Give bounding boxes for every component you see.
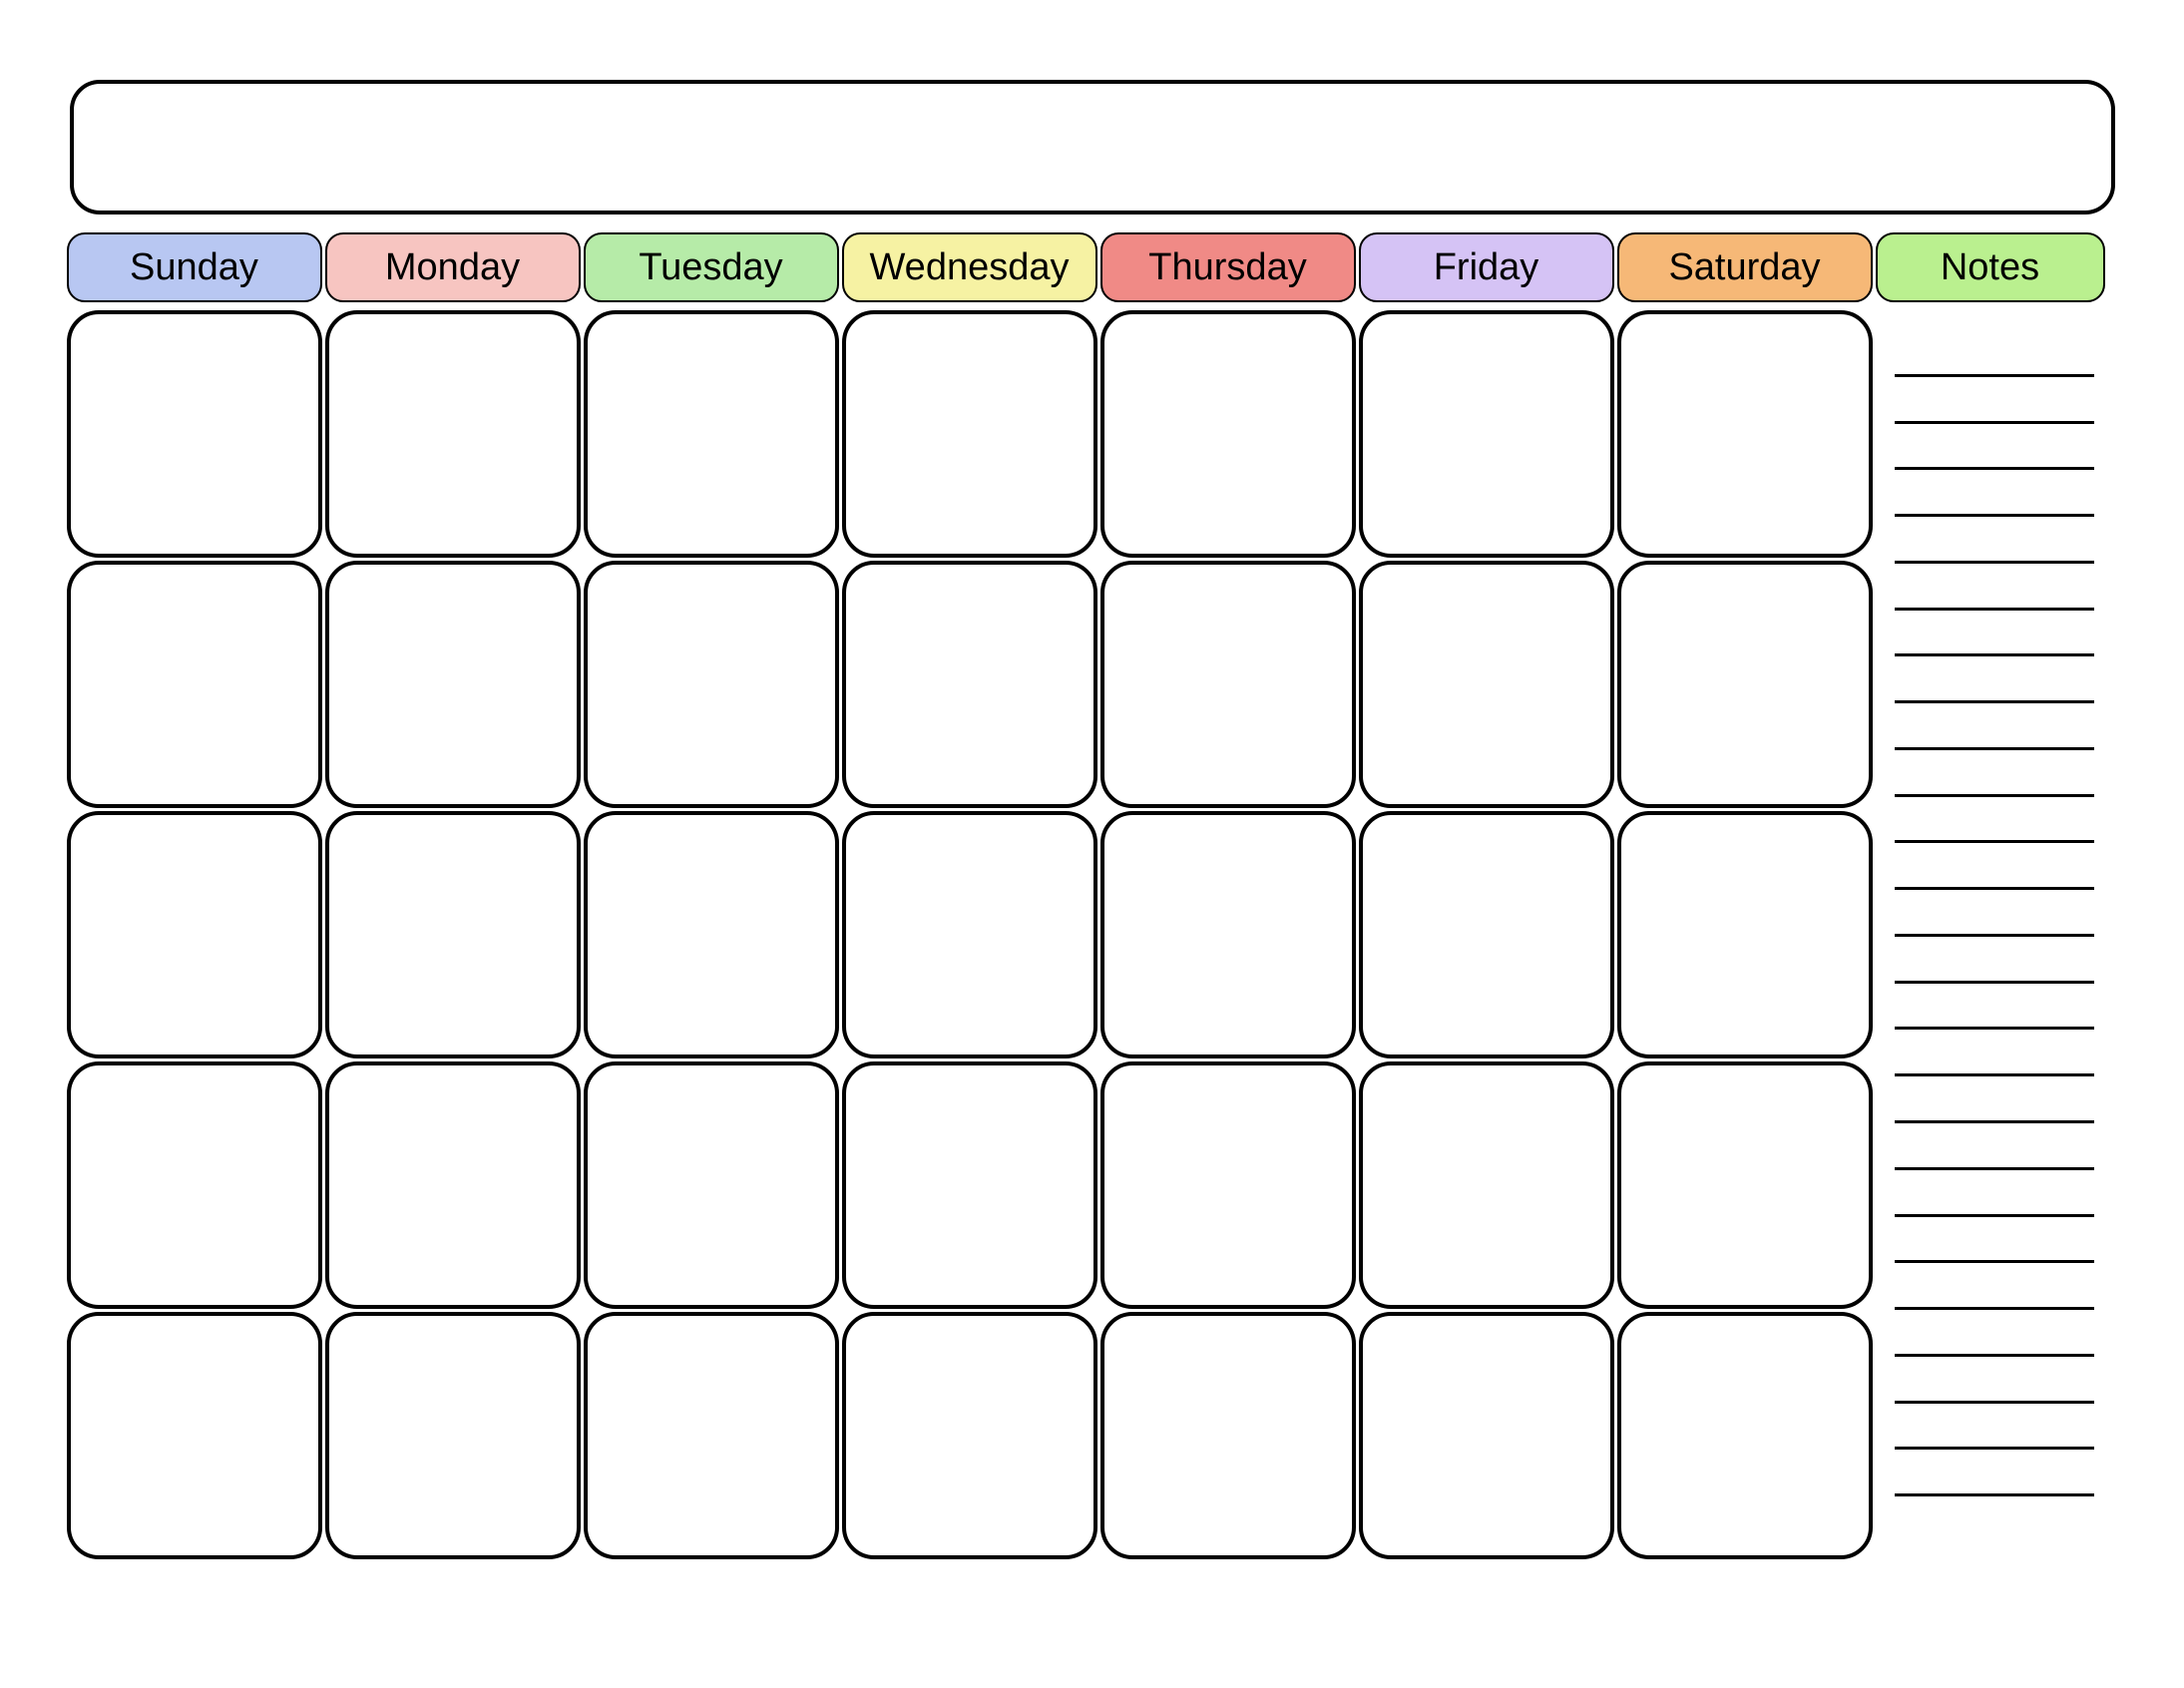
day-cell[interactable]: [1359, 1061, 1614, 1309]
day-cell[interactable]: [1100, 561, 1356, 808]
note-line: [1895, 514, 2094, 517]
day-cell[interactable]: [584, 1061, 839, 1309]
day-cell[interactable]: [1617, 1061, 1873, 1309]
day-cell[interactable]: [1617, 811, 1873, 1058]
header-wednesday: Wednesday: [842, 232, 1097, 302]
week-row: [67, 561, 1876, 808]
day-cell[interactable]: [1617, 310, 1873, 558]
weeks-grid: [67, 310, 1876, 1560]
note-line: [1895, 1167, 2094, 1170]
day-cell[interactable]: [325, 811, 581, 1058]
day-cell[interactable]: [67, 811, 322, 1058]
header-saturday: Saturday: [1617, 232, 1873, 302]
week-row: [67, 1312, 1876, 1559]
week-row: [67, 1061, 1876, 1309]
note-line: [1895, 887, 2094, 890]
day-cell[interactable]: [1359, 811, 1614, 1058]
note-line: [1895, 840, 2094, 843]
note-line: [1895, 374, 2094, 377]
header-friday: Friday: [1359, 232, 1614, 302]
week-row: [67, 811, 1876, 1058]
note-line: [1895, 1307, 2094, 1310]
header-sunday: Sunday: [67, 232, 322, 302]
day-cell[interactable]: [584, 561, 839, 808]
day-cell[interactable]: [1617, 561, 1873, 808]
note-line: [1895, 1447, 2094, 1450]
note-line: [1895, 1214, 2094, 1217]
calendar-page: Sunday Monday Tuesday Wednesday Thursday…: [0, 0, 2184, 1688]
day-cell[interactable]: [584, 811, 839, 1058]
day-cell[interactable]: [1100, 1061, 1356, 1309]
note-line: [1895, 1493, 2094, 1496]
note-line: [1895, 1120, 2094, 1123]
note-line: [1895, 561, 2094, 564]
day-cell[interactable]: [67, 310, 322, 558]
day-cell[interactable]: [1100, 310, 1356, 558]
notes-column[interactable]: [1879, 310, 2110, 1560]
day-cell[interactable]: [1100, 1312, 1356, 1559]
day-cell[interactable]: [1359, 1312, 1614, 1559]
header-thursday: Thursday: [1100, 232, 1356, 302]
note-line: [1895, 1027, 2094, 1030]
note-line: [1895, 747, 2094, 750]
header-tuesday: Tuesday: [584, 232, 839, 302]
day-cell[interactable]: [842, 811, 1097, 1058]
note-line: [1895, 934, 2094, 937]
note-line: [1895, 794, 2094, 797]
day-cell[interactable]: [842, 1312, 1097, 1559]
calendar-body: [65, 310, 2120, 1560]
day-cell[interactable]: [325, 1312, 581, 1559]
note-line: [1895, 1260, 2094, 1263]
month-title-bar[interactable]: [70, 80, 2115, 214]
day-cell[interactable]: [67, 561, 322, 808]
note-line: [1895, 1073, 2094, 1076]
note-line: [1895, 421, 2094, 424]
day-cell[interactable]: [1359, 561, 1614, 808]
day-cell[interactable]: [842, 1061, 1097, 1309]
day-cell[interactable]: [67, 1061, 322, 1309]
day-cell[interactable]: [842, 310, 1097, 558]
note-line: [1895, 653, 2094, 656]
note-line: [1895, 1401, 2094, 1404]
note-line: [1895, 981, 2094, 984]
day-cell[interactable]: [1100, 811, 1356, 1058]
day-cell[interactable]: [325, 1061, 581, 1309]
header-monday: Monday: [325, 232, 581, 302]
note-line: [1895, 1354, 2094, 1357]
day-cell[interactable]: [1617, 1312, 1873, 1559]
note-line: [1895, 608, 2094, 611]
weekday-header-row: Sunday Monday Tuesday Wednesday Thursday…: [65, 232, 2120, 302]
day-cell[interactable]: [584, 1312, 839, 1559]
week-row: [67, 310, 1876, 558]
day-cell[interactable]: [584, 310, 839, 558]
note-line: [1895, 700, 2094, 703]
header-notes: Notes: [1876, 232, 2105, 302]
day-cell[interactable]: [325, 310, 581, 558]
day-cell[interactable]: [325, 561, 581, 808]
day-cell[interactable]: [842, 561, 1097, 808]
day-cell[interactable]: [1359, 310, 1614, 558]
note-line: [1895, 467, 2094, 470]
day-cell[interactable]: [67, 1312, 322, 1559]
